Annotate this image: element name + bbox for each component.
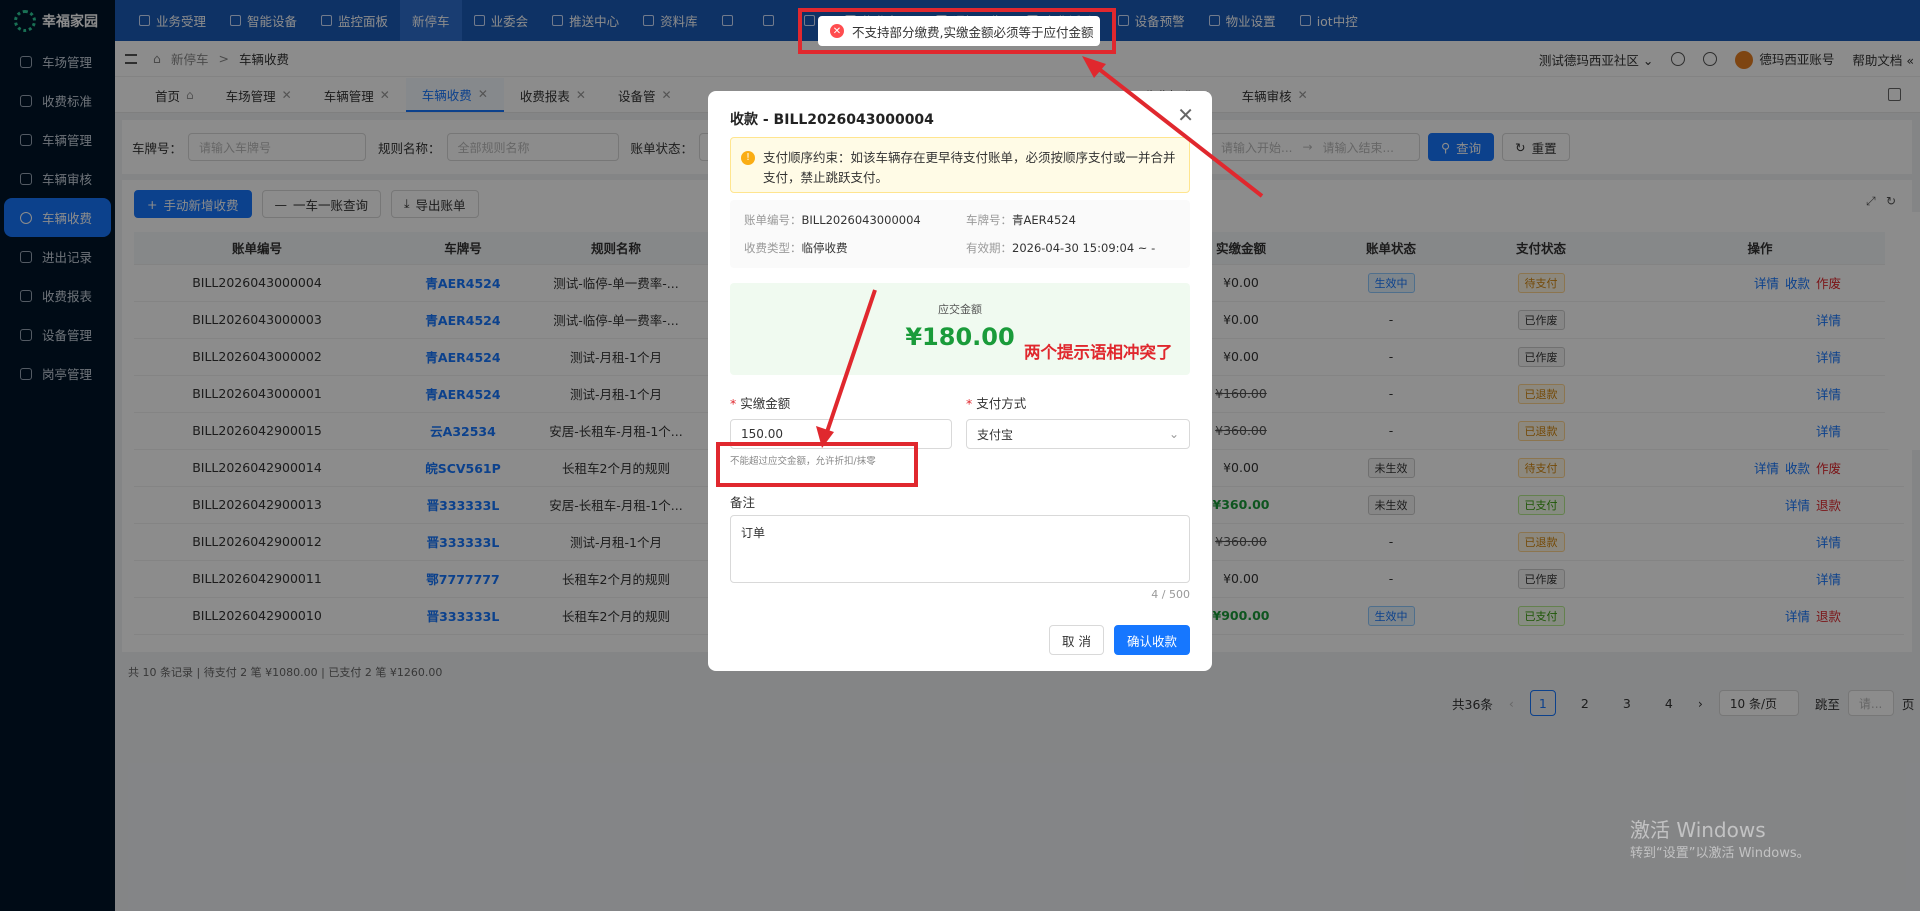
conflict-annotation: 两个提示语相冲突了 (1024, 343, 1173, 362)
close-icon[interactable]: ✕ (1177, 103, 1194, 127)
warning-text: 支付顺序约束：如该车辆存在更早待支付账单，必须按顺序支付或一并合并支付，禁止跳跃… (763, 150, 1176, 185)
valid-period-label: 有效期： (966, 241, 1012, 255)
amount-due-label: 应交金额 (938, 303, 982, 316)
paid-amount-label-text: 实缴金额 (740, 396, 791, 411)
warning-icon: ! (741, 151, 755, 165)
bill-no-label: 账单编号： (744, 213, 802, 227)
pay-method-label-text: 支付方式 (976, 396, 1027, 411)
charge-type-value: 临停收费 (801, 241, 848, 255)
remark-textarea[interactable]: 订单 (730, 515, 1190, 583)
pay-method-value: 支付宝 (977, 427, 1014, 442)
charge-type-label: 收费类型： (744, 241, 802, 255)
windows-activation-hint: 转到“设置”以激活 Windows。 (1630, 846, 1810, 861)
pay-method-label: * 支付方式 (966, 396, 1027, 411)
toast-message: 不支持部分缴费,实缴金额必须等于应付金额 (852, 24, 1094, 40)
remark-counter: 4 / 500 (1151, 588, 1190, 601)
windows-activation-title: 激活 Windows (1630, 818, 1766, 842)
plate-label: 车牌号： (966, 213, 1012, 227)
modal-title: 收款 - BILL2026043000004 (730, 112, 934, 128)
error-icon: ✕ (830, 24, 844, 38)
paid-amount-label: * 实缴金额 (730, 396, 791, 411)
plate-value: 青AER4524 (1012, 213, 1076, 227)
bill-info: 账单编号：BILL2026043000004 车牌号：青AER4524 收费类型… (730, 200, 1190, 268)
bill-no-value: BILL2026043000004 (801, 213, 921, 227)
highlight-box-help (716, 442, 918, 487)
error-toast: ✕ 不支持部分缴费,实缴金额必须等于应付金额 (818, 16, 1100, 46)
valid-period-value: 2026-04-30 15:09:04 ~ - (1012, 241, 1156, 255)
payment-modal: 收款 - BILL2026043000004 ✕ ! 支付顺序约束：如该车辆存在… (708, 91, 1212, 671)
pay-method-select[interactable]: 支付宝 ⌄ (966, 419, 1190, 449)
remark-label: 备注 (730, 495, 756, 510)
cancel-button[interactable]: 取 消 (1049, 625, 1104, 655)
confirm-payment-button[interactable]: 确认收款 (1113, 625, 1190, 655)
chevron-down-icon: ⌄ (1168, 427, 1179, 441)
payment-order-warning: ! 支付顺序约束：如该车辆存在更早待支付账单，必须按顺序支付或一并合并支付，禁止… (730, 137, 1190, 193)
